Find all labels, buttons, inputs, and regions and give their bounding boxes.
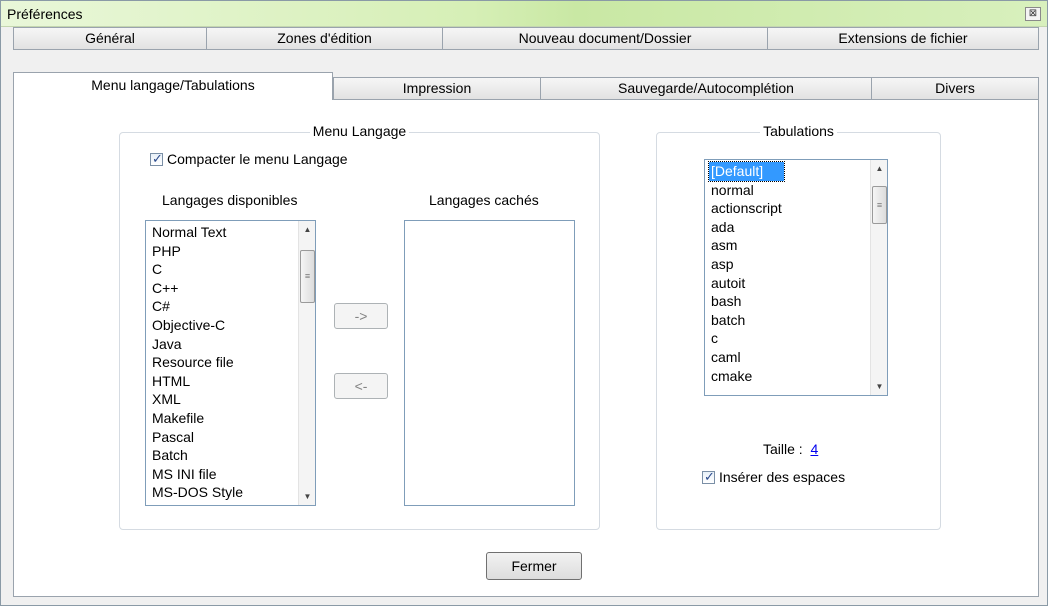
list-item[interactable]: Java (150, 335, 245, 354)
hidden-languages-label: Langages cachés (429, 192, 539, 208)
list-item[interactable]: HTML (150, 372, 245, 391)
title-bar[interactable]: Préférences ⊠ (1, 1, 1047, 27)
available-languages-items: Normal Text PHP C C++ C# Objective-C Java Resou… (150, 223, 245, 502)
compact-menu-checkbox[interactable] (150, 151, 163, 167)
list-item[interactable]: C++ (150, 279, 245, 298)
available-languages-label: Langages disponibles (162, 192, 298, 208)
scroll-down-icon[interactable]: ▼ (871, 378, 887, 395)
preferences-window: Préférences ⊠ Général Zones d'édition No… (0, 0, 1048, 606)
list-item[interactable]: ada (709, 218, 784, 237)
list-item[interactable]: Makefile (150, 409, 245, 428)
window-title: Préférences (7, 6, 83, 22)
list-item[interactable]: MS-DOS Style (150, 483, 245, 502)
scroll-down-icon[interactable]: ▼ (299, 488, 315, 505)
available-languages-list[interactable]: Normal Text PHP C C++ C# Objective-C Java Resou… (145, 220, 316, 506)
tabulations-list[interactable]: [Default] normal actionscript ada asm asp auto… (704, 159, 888, 396)
scroll-thumb[interactable]: ≡ (300, 250, 315, 303)
menu-langage-title: Menu Langage (309, 123, 410, 139)
list-item[interactable]: C (150, 260, 245, 279)
close-icon[interactable]: ⊠ (1025, 7, 1041, 21)
insert-spaces-checkbox[interactable] (702, 469, 715, 485)
tab-zones-edition[interactable]: Zones d'édition (206, 27, 443, 50)
close-button[interactable]: Fermer (486, 552, 582, 580)
tab-size-row: Taille : 4 (763, 441, 818, 457)
list-item[interactable]: asp (709, 255, 784, 274)
tab-menu-langage[interactable]: Menu langage/Tabulations (13, 72, 333, 100)
tab-panel: Menu Langage Compacter le menu Langage L… (13, 99, 1039, 597)
tab-sauvegarde[interactable]: Sauvegarde/Autocomplétion (540, 77, 872, 100)
available-scrollbar[interactable]: ▲ ≡ ▼ (298, 221, 315, 505)
tabulations-group: Tabulations [Default] normal actionscript a… (656, 123, 941, 530)
list-item[interactable]: actionscript (709, 199, 784, 218)
move-left-button[interactable]: <- (334, 373, 388, 399)
list-item[interactable]: Pascal (150, 428, 245, 447)
tab-nouveau-document[interactable]: Nouveau document/Dossier (442, 27, 768, 50)
compact-menu-label: Compacter le menu Langage (167, 151, 348, 167)
insert-spaces-label: Insérer des espaces (719, 469, 846, 485)
menu-langage-group: Menu Langage Compacter le menu Langage L… (119, 123, 600, 530)
list-item[interactable]: normal (709, 181, 784, 200)
tab-size-label: Taille : (763, 441, 803, 457)
tab-general[interactable]: Général (13, 27, 207, 50)
move-right-button[interactable]: -> (334, 303, 388, 329)
list-item[interactable]: bash (709, 292, 784, 311)
insert-spaces-checkbox-row[interactable]: Insérer des espaces (702, 469, 845, 485)
tab-extensions[interactable]: Extensions de fichier (767, 27, 1039, 50)
tab-size-value[interactable]: 4 (810, 441, 818, 457)
list-item[interactable]: Batch (150, 446, 245, 465)
list-item[interactable]: batch (709, 311, 784, 330)
tab-divers[interactable]: Divers (871, 77, 1039, 100)
list-item[interactable]: Normal Text (150, 223, 245, 242)
list-item[interactable]: Resource file (150, 353, 245, 372)
hidden-languages-list[interactable] (404, 220, 575, 506)
list-item[interactable]: PHP (150, 242, 245, 261)
tabulations-title: Tabulations (760, 123, 837, 139)
tabulations-scrollbar[interactable]: ▲ ≡ ▼ (870, 160, 887, 395)
list-item[interactable]: caml (709, 348, 784, 367)
list-item[interactable]: [Default] (708, 161, 785, 182)
list-item[interactable]: XML (150, 390, 245, 409)
list-item[interactable]: autoit (709, 274, 784, 293)
list-item[interactable]: cmake (709, 367, 784, 386)
scroll-up-icon[interactable]: ▲ (871, 160, 887, 177)
list-item[interactable]: C# (150, 297, 245, 316)
tab-impression[interactable]: Impression (333, 77, 541, 100)
list-item[interactable]: MS INI file (150, 465, 245, 484)
tabulations-items: [Default] normal actionscript ada asm asp auto… (708, 161, 785, 386)
scroll-up-icon[interactable]: ▲ (299, 221, 315, 238)
scroll-thumb[interactable]: ≡ (872, 186, 887, 224)
compact-menu-checkbox-row[interactable]: Compacter le menu Langage (150, 151, 348, 167)
list-item[interactable]: c (709, 329, 784, 348)
list-item[interactable]: asm (709, 236, 784, 255)
list-item[interactable]: Objective-C (150, 316, 245, 335)
